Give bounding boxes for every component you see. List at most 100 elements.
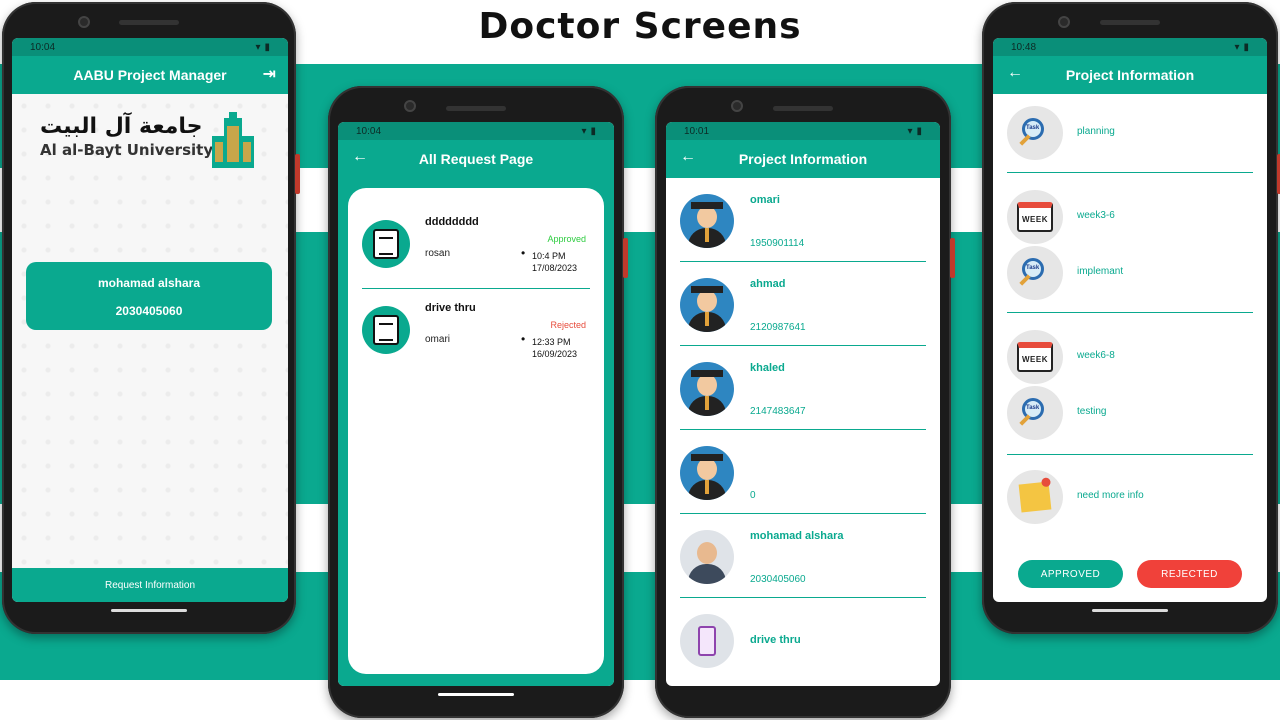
logout-icon[interactable]: ⇥: [263, 64, 276, 84]
task-magnifier-icon: Task: [1007, 106, 1063, 160]
status-time: 10:04: [30, 41, 56, 53]
graduate-avatar-icon: [680, 362, 734, 416]
status-time: 10:04: [356, 125, 382, 137]
calendar-week-icon: WEEK: [1007, 190, 1063, 244]
task-label: testing: [1077, 406, 1107, 417]
front-camera: [731, 100, 743, 112]
request-information-button[interactable]: Request Information: [12, 568, 288, 602]
power-button: [295, 154, 300, 194]
task-row[interactable]: Task planning: [993, 104, 1267, 160]
page-title: Project Information: [738, 151, 868, 167]
request-information-label: Request Information: [104, 579, 196, 591]
wifi-icon: ▾: [1234, 41, 1240, 53]
checklist-icon: [362, 220, 410, 268]
checklist-icon: [362, 306, 410, 354]
request-title: drive thru: [425, 302, 476, 314]
task-magnifier-icon: Task: [1007, 246, 1063, 300]
request-item[interactable]: dddddddd rosan Approved 10:4 PM 17/08/20…: [348, 188, 604, 274]
back-arrow-icon[interactable]: ←: [1007, 64, 1023, 82]
task-label: implemant: [1077, 266, 1124, 277]
app-title: AABU Project Manager: [73, 67, 227, 83]
member-name: ahmad: [750, 278, 786, 290]
request-student: omari: [425, 334, 451, 345]
approve-button[interactable]: APPROVED: [1018, 560, 1123, 588]
member-name: khaled: [750, 362, 785, 374]
app-bar: ← Project Information: [993, 56, 1267, 94]
member-row[interactable]: ahmad 2120987641: [666, 262, 940, 346]
reject-label: REJECTED: [1161, 568, 1218, 580]
task-magnifier-icon: Task: [1007, 386, 1063, 440]
task-row[interactable]: Task testing: [993, 384, 1267, 440]
member-row[interactable]: khaled 2147483647: [666, 346, 940, 430]
week-row[interactable]: WEEK week6-8: [993, 328, 1267, 384]
member-id: 2120987641: [750, 322, 806, 333]
project-row[interactable]: drive thru: [666, 598, 940, 682]
status-bar: 10:04 ▾ ▮: [12, 38, 288, 56]
status-time: 10:48: [1011, 41, 1037, 53]
user-card[interactable]: mohamad alshara 2030405060: [26, 262, 272, 330]
power-button: [950, 238, 955, 278]
task-label: planning: [1077, 126, 1115, 137]
member-name: omari: [750, 194, 780, 206]
request-timestamp: 12:33 PM 16/09/2023: [521, 333, 578, 360]
member-id: 2147483647: [750, 406, 806, 417]
member-row[interactable]: mohamad alshara 2030405060: [666, 514, 940, 598]
front-camera: [78, 16, 90, 28]
member-id: 0: [750, 490, 756, 501]
app-bar: AABU Project Manager ⇥: [12, 56, 288, 94]
request-item[interactable]: drive thru omari Rejected 12:33 PM 16/09…: [348, 274, 604, 360]
home-indicator: [111, 609, 187, 612]
member-name: mohamad alshara: [750, 530, 844, 542]
wifi-icon: ▾: [907, 125, 913, 137]
back-arrow-icon[interactable]: ←: [680, 148, 696, 166]
request-title: dddddddd: [425, 216, 479, 228]
wifi-icon: ▾: [255, 41, 261, 53]
status-bar: 10:01 ▾ ▮: [666, 122, 940, 140]
wifi-icon: ▾: [581, 125, 587, 137]
task-row[interactable]: Task implemant: [993, 244, 1267, 300]
front-camera: [1058, 16, 1070, 28]
page-title: Project Information: [1065, 67, 1195, 83]
status-badge: Rejected: [550, 320, 586, 330]
speaker-grille: [119, 20, 179, 25]
app-bar: ← All Request Page: [338, 140, 614, 178]
week-label: week3-6: [1077, 210, 1115, 221]
calendar-week-icon: WEEK: [1007, 330, 1063, 384]
project-name: drive thru: [750, 634, 801, 646]
phone-members: 10:01 ▾ ▮ ← Project Information omari 195…: [655, 86, 955, 718]
speaker-grille: [1100, 20, 1160, 25]
front-camera: [404, 100, 416, 112]
member-row[interactable]: 0: [666, 430, 940, 514]
user-name: mohamad alshara: [97, 276, 201, 290]
university-emblem-icon: [212, 112, 254, 168]
note-row[interactable]: need more info: [993, 468, 1267, 524]
graduate-avatar-icon: [680, 278, 734, 332]
request-date: 16/09/2023: [532, 349, 578, 359]
supervisor-avatar-icon: [680, 530, 734, 584]
app-bar: ← Project Information: [666, 140, 940, 178]
member-id: 2030405060: [750, 574, 806, 585]
status-bar: 10:48 ▾ ▮: [993, 38, 1267, 56]
speaker-grille: [773, 106, 833, 111]
divider: [1007, 454, 1253, 455]
user-id: 2030405060: [115, 304, 183, 318]
speaker-grille: [446, 106, 506, 111]
status-time: 10:01: [684, 125, 710, 137]
power-button: [623, 238, 628, 278]
request-student: rosan: [425, 248, 451, 259]
home-indicator: [1092, 609, 1168, 612]
home-indicator: [438, 693, 514, 696]
week-row[interactable]: WEEK week3-6: [993, 188, 1267, 244]
request-time: 10:4 PM: [532, 251, 566, 261]
back-arrow-icon[interactable]: ←: [352, 148, 368, 166]
battery-icon: ▮: [1243, 41, 1249, 53]
phone-home: 10:04 ▾ ▮ AABU Project Manager ⇥ جامعة آل…: [2, 2, 300, 634]
requests-card: dddddddd rosan Approved 10:4 PM 17/08/20…: [348, 188, 604, 674]
request-time: 12:33 PM: [532, 337, 571, 347]
note-label: need more info: [1077, 490, 1144, 501]
member-row[interactable]: omari 1950901114: [666, 178, 940, 262]
reject-button[interactable]: REJECTED: [1137, 560, 1242, 588]
app-project-icon: [680, 614, 734, 668]
page-title: All Request Page: [418, 151, 534, 167]
divider: [1007, 172, 1253, 173]
